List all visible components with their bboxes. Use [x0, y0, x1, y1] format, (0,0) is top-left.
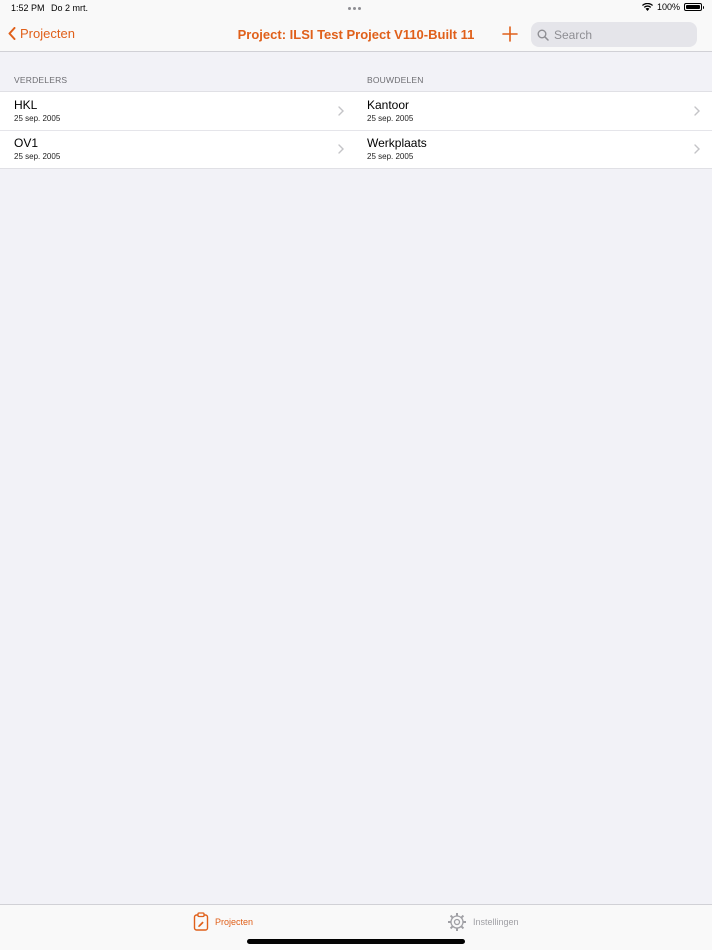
- verdelers-section: VERDELERS HKL 25 sep. 2005 OV1 25 sep. 2…: [0, 52, 356, 169]
- back-button[interactable]: Projecten: [8, 26, 75, 41]
- plus-icon[interactable]: [501, 25, 519, 43]
- navigation-bar: Projecten Project: ILSI Test Project V11…: [0, 18, 712, 52]
- section-header-verdelers: VERDELERS: [14, 75, 68, 85]
- search-icon: [537, 29, 549, 41]
- battery-percentage: 100%: [656, 2, 680, 12]
- list-item-title: Kantoor: [367, 98, 410, 112]
- status-bar: 1:52 PM Do 2 mrt. 100%: [0, 0, 712, 18]
- chevron-right-icon: [694, 106, 700, 116]
- list-item-date: 25 sep. 2005: [14, 114, 61, 123]
- list-item-kantoor[interactable]: Kantoor 25 sep. 2005: [356, 92, 712, 130]
- list-item-date: 25 sep. 2005: [14, 152, 61, 161]
- status-time: 1:52 PM: [11, 3, 45, 13]
- back-button-label: Projecten: [20, 26, 75, 41]
- list-item-title: Werkplaats: [367, 136, 427, 150]
- search-bar[interactable]: [531, 22, 697, 47]
- list-item-title: HKL: [14, 98, 38, 112]
- clipboard-icon: [193, 912, 209, 931]
- tab-projecten[interactable]: Projecten: [193, 912, 253, 931]
- section-header-bouwdelen: BOUWDELEN: [367, 75, 424, 85]
- gear-icon: [448, 913, 466, 931]
- list-item-werkplaats[interactable]: Werkplaats 25 sep. 2005: [356, 130, 712, 168]
- list-item-ov1[interactable]: OV1 25 sep. 2005: [0, 130, 356, 168]
- search-input[interactable]: [554, 27, 684, 42]
- bouwdelen-list: Kantoor 25 sep. 2005 Werkplaats 25 sep. …: [356, 91, 712, 169]
- multitasking-dots[interactable]: [348, 7, 361, 10]
- list-item-date: 25 sep. 2005: [367, 152, 414, 161]
- bouwdelen-section: BOUWDELEN Kantoor 25 sep. 2005 Werkplaat…: [356, 52, 712, 169]
- status-date: Do 2 mrt.: [51, 3, 89, 13]
- chevron-right-icon: [694, 144, 700, 154]
- tab-projecten-label: Projecten: [215, 916, 254, 927]
- tab-instellingen[interactable]: Instellingen: [447, 912, 519, 932]
- verdelers-list: HKL 25 sep. 2005 OV1 25 sep. 2005: [0, 91, 356, 169]
- wifi-icon: [641, 3, 653, 11]
- list-item-date: 25 sep. 2005: [367, 114, 414, 123]
- chevron-right-icon: [338, 144, 344, 154]
- tab-instellingen-label: Instellingen: [473, 917, 519, 927]
- chevron-right-icon: [338, 106, 344, 116]
- home-indicator[interactable]: [247, 939, 465, 944]
- list-item-hkl[interactable]: HKL 25 sep. 2005: [0, 92, 356, 130]
- status-right: 100%: [641, 2, 704, 12]
- list-item-title: OV1: [14, 136, 39, 150]
- battery-icon: [684, 3, 704, 11]
- chevron-left-icon: [8, 27, 16, 40]
